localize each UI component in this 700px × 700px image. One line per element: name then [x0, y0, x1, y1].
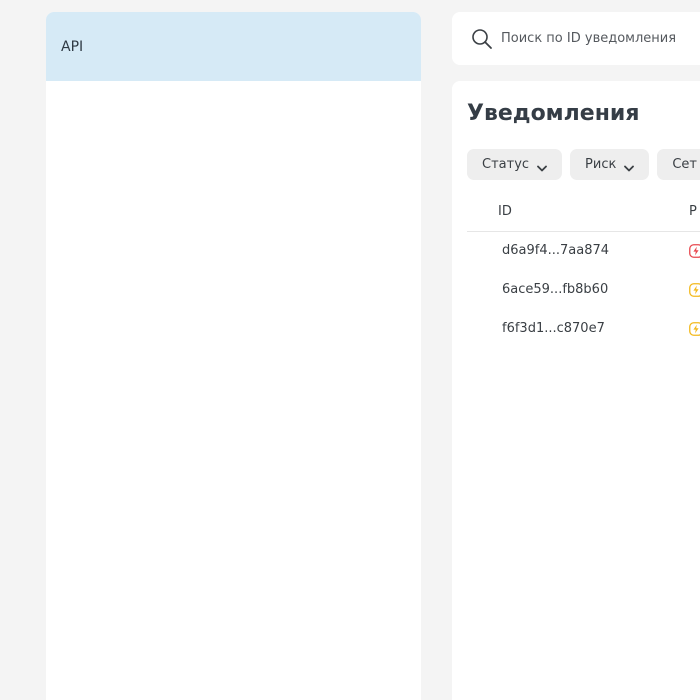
filter-status-label: Статус — [482, 157, 530, 172]
table-row[interactable]: f6f3d1...c870e7 — [467, 310, 700, 349]
filter-status-button[interactable]: Статус — [467, 149, 563, 180]
risk-bolt-icon — [689, 283, 700, 297]
table-row[interactable]: d6a9f4...7aa874 — [467, 232, 700, 271]
filter-network-label: Сет — [672, 157, 697, 172]
filter-risk-button[interactable]: Риск — [570, 149, 650, 180]
column-header-id[interactable]: ID — [498, 204, 512, 219]
page-title: Уведомления — [467, 101, 640, 126]
table-header: ID Р — [467, 193, 700, 232]
notification-id: 6ace59...fb8b60 — [502, 282, 609, 297]
notification-id: f6f3d1...c870e7 — [502, 321, 605, 336]
table-row[interactable]: 6ace59...fb8b60 — [467, 271, 700, 310]
filter-bar: Статус Риск Сет — [467, 149, 700, 180]
search-input[interactable] — [501, 31, 700, 46]
sidebar: API — [46, 12, 421, 700]
risk-bolt-icon — [689, 244, 700, 258]
notifications-panel: Уведомления Статус Риск Сет ID Р d6a9f4.… — [452, 81, 700, 700]
sidebar-item-api[interactable]: API — [46, 12, 421, 81]
chevron-down-icon — [537, 161, 547, 172]
notification-id: d6a9f4...7aa874 — [502, 243, 610, 258]
app-window: API Уведомления Статус Риск — [0, 0, 700, 700]
search-icon — [471, 28, 493, 50]
search-bar[interactable] — [452, 12, 700, 65]
filter-risk-label: Риск — [585, 157, 617, 172]
risk-bolt-icon — [689, 322, 700, 336]
sidebar-item-label: API — [61, 38, 84, 55]
column-header-risk[interactable]: Р — [689, 204, 697, 219]
filter-network-button[interactable]: Сет — [657, 149, 700, 180]
chevron-down-icon — [624, 161, 635, 172]
